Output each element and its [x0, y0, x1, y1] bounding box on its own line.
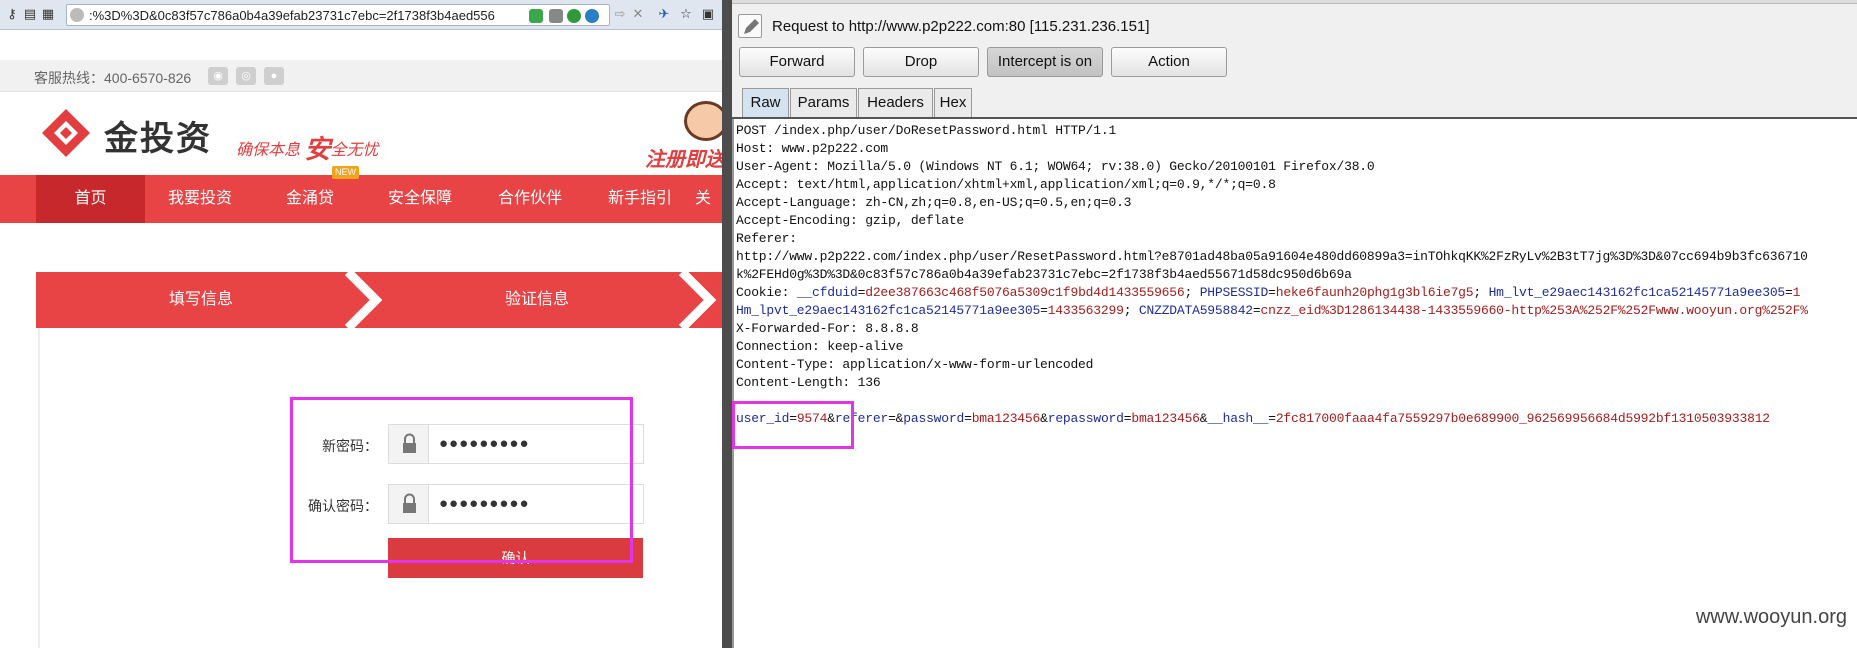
cookie-line: Cookie: __cfduid=d2ee387663c468f5076a530… [736, 285, 1801, 300]
param-value: bma123456 [971, 411, 1041, 426]
highlight-box [732, 401, 854, 449]
raw-line: Accept: text/html,application/xhtml+xml,… [736, 177, 1276, 192]
nav-guide[interactable]: 新手指引 [585, 175, 695, 223]
raw-line: Content-Type: application/x-www-form-url… [736, 357, 1094, 372]
tab-raw[interactable]: Raw [742, 88, 789, 118]
burp-toolbar: Request to http://www.p2p222.com:80 [115… [732, 0, 1857, 118]
wechat-icon[interactable]: ◉ [208, 67, 228, 85]
raw-line: Accept-Encoding: gzip, deflate [736, 213, 965, 228]
intercept-toggle[interactable]: Intercept is on [987, 47, 1103, 77]
param-key: repassword [1047, 411, 1124, 426]
nav-invest[interactable]: 我要投资 [145, 175, 255, 223]
address-bar[interactable]: :%3D%3D&0c83f57c786a0b4a39efab23731c7ebc… [66, 4, 610, 26]
step-fill-info: 填写信息 [168, 291, 233, 308]
mascot-image [684, 101, 722, 141]
green-ext-icon[interactable] [567, 9, 581, 23]
cookie-value: 1433563299 [1047, 303, 1124, 318]
new-badge: NEW [332, 166, 359, 179]
address-bar-text: :%3D%3D&0c83f57c786a0b4a39efab23731c7ebc… [89, 8, 495, 23]
raw-line: User-Agent: Mozilla/5.0 (Windows NT 6.1;… [736, 159, 1375, 174]
raw-line: http://www.p2p222.com/index.php/user/Res… [736, 249, 1808, 264]
tab-headers[interactable]: Headers [858, 88, 933, 117]
param-value: 2fc817000faaa4fa7559297b0e689900_9625699… [1275, 411, 1770, 426]
top-info-bar: 客服热线：400-6570-826 ◉ ◎ ● [0, 60, 722, 92]
cookie-key: Hm_lvt_e29aec143162fc1ca52145771a9ee305 [1488, 285, 1786, 300]
raw-line: Accept-Language: zh-CN,zh;q=0.8,en-US;q=… [736, 195, 1132, 210]
raw-line: X-Forwarded-For: 8.8.8.8 [736, 321, 919, 336]
step-verify-info: 验证信息 [504, 291, 569, 308]
logo-icon[interactable] [40, 107, 92, 159]
cookie-value: cnzz_eid%3D1286134438-1433559660-http%25… [1260, 303, 1808, 318]
bird-icon[interactable]: ✈ [656, 6, 672, 22]
blue-ext-icon[interactable] [585, 9, 599, 23]
cookie-key: PHPSESSID [1199, 285, 1269, 300]
forward-arrow-icon[interactable]: ⇨ [612, 6, 628, 22]
raw-line: Host: www.p2p222.com [736, 141, 889, 156]
highlight-box [290, 397, 633, 563]
slogan-part-b: 全无忧 [330, 142, 379, 159]
param-key: password [903, 411, 965, 426]
tab-params[interactable]: Params [790, 88, 857, 117]
forward-button[interactable]: Forward [739, 47, 855, 77]
cookie-value: heke6faunh20phg1g3bl6ie7g5 [1275, 285, 1474, 300]
param-value: bma123456 [1131, 411, 1200, 426]
shield-icon[interactable] [529, 9, 543, 23]
action-button[interactable]: Action [1111, 47, 1227, 77]
param-key: __hash__ [1207, 411, 1269, 426]
tab-hex[interactable]: Hex [934, 88, 972, 117]
cookie-value: 1 [1792, 285, 1801, 300]
progress-steps: 填写信息 验证信息 [36, 272, 722, 328]
top-strip [732, 0, 1857, 4]
cookie-key: Hm_lpvt_e29aec143162fc1ca52145771a9ee305 [736, 303, 1041, 318]
cookie-line: Hm_lpvt_e29aec143162fc1ca52145771a9ee305… [736, 303, 1808, 318]
brand-name[interactable]: 金投资 [104, 111, 212, 160]
cookie-value: d2ee387663c468f5076a5309c1f9bd4d14335596… [865, 285, 1185, 300]
weibo-icon[interactable]: ◎ [236, 67, 256, 85]
nav-jinyongdai[interactable]: 金涌贷 [255, 175, 365, 223]
nav-security[interactable]: 安全保障 [365, 175, 475, 223]
pencil-icon[interactable] [738, 14, 762, 38]
close-icon[interactable]: ✕ [630, 6, 646, 22]
site-identity-icon[interactable] [70, 8, 84, 22]
raw-line: Content-Length: 136 [736, 375, 881, 390]
raw-line: Connection: keep-alive [736, 339, 904, 354]
nav-home[interactable]: 首页 [36, 175, 145, 223]
slogan-big: 安 [304, 134, 331, 164]
key-icon[interactable]: ⚷ [4, 6, 20, 22]
page-icon[interactable]: ▦ [40, 6, 56, 22]
watermark: www.wooyun.org [1695, 606, 1847, 628]
nav-about[interactable]: 关 [695, 175, 722, 223]
raw-request-editor[interactable]: POST /index.php/user/DoResetPassword.htm… [732, 119, 1857, 648]
cookie-key: CNZZDATA5958842 [1138, 303, 1253, 318]
burp-intercept-panel: Request to http://www.p2p222.com:80 [115… [732, 0, 1857, 648]
clipboard-icon[interactable]: ▣ [700, 6, 716, 22]
qr-icon[interactable] [549, 9, 563, 23]
window-divider [722, 0, 732, 648]
film-icon[interactable]: ▤ [22, 6, 38, 22]
slogan-part-a: 确保本息 [236, 142, 301, 159]
raw-line: POST /index.php/user/DoResetPassword.htm… [736, 123, 1117, 138]
register-promo[interactable]: 注册即送 [645, 143, 722, 172]
raw-line: k%2FEHd0g%3D%3D&0c83f57c786a0b4a39efab23… [736, 267, 1352, 282]
step-chevron [678, 272, 716, 328]
header: 金投资 确保本息 安全无忧 注册即送 [0, 93, 722, 175]
request-body: user_id=9574&referer=&password=bma123456… [736, 411, 1770, 426]
drop-button[interactable]: Drop [863, 47, 979, 77]
nav-partners[interactable]: 合作伙伴 [475, 175, 585, 223]
cookie-key: __cfduid [796, 285, 858, 300]
star-icon[interactable]: ☆ [678, 6, 694, 22]
cookie-prefix: Cookie: [736, 285, 797, 300]
main-nav: 首页 我要投资 金涌贷 安全保障 合作伙伴 新手指引 关 [0, 175, 722, 223]
step-chevron [344, 272, 382, 328]
hotline-text: 客服热线：400-6570-826 [34, 70, 192, 86]
request-title: Request to http://www.p2p222.com:80 [115… [772, 18, 1150, 35]
browser-toolbar: ⚷ ▤ ▦ :%3D%3D&0c83f57c786a0b4a39efab2373… [0, 0, 722, 30]
slogan: 确保本息 安全无忧 [236, 129, 379, 166]
user-icon[interactable]: ● [264, 67, 284, 85]
browser-window: ⚷ ▤ ▦ :%3D%3D&0c83f57c786a0b4a39efab2373… [0, 0, 722, 648]
raw-line: Referer: [736, 231, 797, 246]
